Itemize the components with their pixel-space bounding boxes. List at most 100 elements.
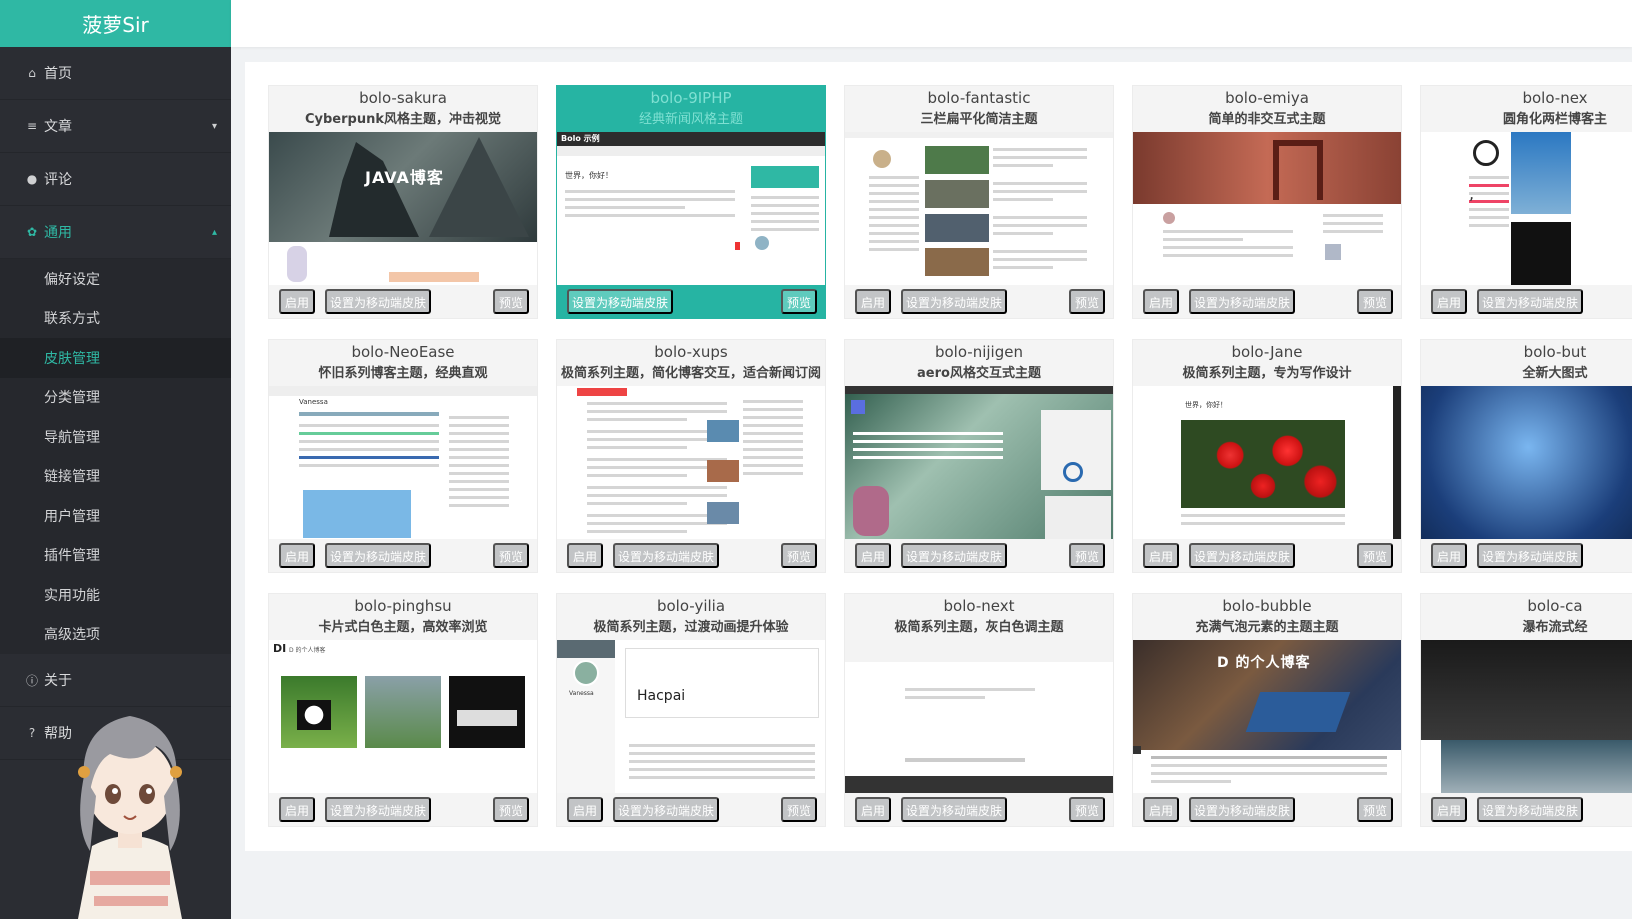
enable-button[interactable]: 启用: [1431, 543, 1467, 568]
skin-preview-image: Vanessa: [269, 386, 537, 539]
nav-articles[interactable]: ≡ 文章 ▾: [0, 100, 231, 153]
enable-button[interactable]: 启用: [1143, 797, 1179, 822]
skin-preview-image: [1133, 132, 1401, 285]
skin-actions: 启用设置为移动端皮肤预览: [1421, 289, 1632, 315]
brand-title[interactable]: 菠萝Sir: [0, 0, 231, 47]
skin-name: bolo-nex: [1522, 89, 1588, 107]
skin-actions: 启用设置为移动端皮肤 预览: [269, 289, 537, 315]
sub-contact[interactable]: 联系方式: [0, 299, 231, 339]
jane-thumb-greeting: 世界，你好！: [1185, 401, 1227, 409]
skin-preview-image: D 的个人博客: [1133, 640, 1401, 793]
set-mobile-skin-button[interactable]: 设置为移动端皮肤: [1189, 797, 1295, 822]
php-thumb-greeting: 世界，你好！: [565, 171, 613, 180]
preview-button[interactable]: 预览: [493, 289, 529, 314]
skin-actions: 启用设置为移动端皮肤 预览: [845, 543, 1113, 569]
skin-description: 充满气泡元素的主题主题: [1195, 620, 1339, 635]
preview-button[interactable]: 预览: [781, 543, 817, 568]
set-mobile-skin-button[interactable]: 设置为移动端皮肤: [325, 797, 431, 822]
enable-button[interactable]: 启用: [1143, 543, 1179, 568]
set-mobile-skin-button[interactable]: 设置为移动端皮肤: [901, 797, 1007, 822]
nav-home[interactable]: ⌂ 首页: [0, 47, 231, 100]
skin-card-fantastic: bolo-fantastic 三栏扁平化简洁主题启用 设置为移动端皮肤 预览: [844, 85, 1114, 319]
skin-actions: 启用设置为移动端皮肤 预览: [1133, 289, 1401, 315]
preview-button[interactable]: 预览: [1069, 797, 1105, 822]
set-mobile-skin-button[interactable]: 设置为移动端皮肤: [1189, 289, 1295, 314]
skin-actions: 启用设置为移动端皮肤 预览: [557, 797, 825, 823]
preview-button[interactable]: 预览: [781, 289, 817, 314]
set-mobile-skin-button[interactable]: 设置为移动端皮肤: [613, 543, 719, 568]
skin-description: 全新大图式: [1522, 366, 1588, 381]
nav-general[interactable]: ✿ 通用 ▴: [0, 206, 231, 259]
sub-user-management[interactable]: 用户管理: [0, 496, 231, 536]
skin-description: 极简系列主题，过渡动画提升体验: [593, 620, 789, 635]
general-submenu: 偏好设定 联系方式 皮肤管理 分类管理 导航管理 链接管理 用户管理 插件管理 …: [0, 259, 231, 654]
skin-card-nijigen: bolo-nijigen aero风格交互式主题 启用 设置为移动端皮肤 预览: [844, 339, 1114, 573]
skin-card-bubble: bolo-bubble 充满气泡元素的主题主题 D 的个人博客 启用 设置为移动端皮肤 预…: [1132, 593, 1402, 827]
set-mobile-skin-button[interactable]: 设置为移动端皮肤: [1189, 543, 1295, 568]
preview-button[interactable]: 预览: [1357, 289, 1393, 314]
skin-card-next: bolo-next 极简系列主题，灰白色调主题启用 设置为移动端皮肤 预览: [844, 593, 1114, 827]
skin-description: 怀旧系列博客主题，经典直观: [318, 366, 488, 381]
yilia-thumb-hacpai: Hacpai: [637, 688, 686, 704]
mascot-illustration: [78, 716, 182, 919]
set-mobile-skin-button[interactable]: 设置为移动端皮肤: [325, 289, 431, 314]
preview-button[interactable]: 预览: [1069, 543, 1105, 568]
enable-button[interactable]: 启用: [1431, 797, 1467, 822]
set-mobile-skin-button[interactable]: 设置为移动端皮肤: [1477, 289, 1583, 314]
sub-link-management[interactable]: 链接管理: [0, 457, 231, 497]
sub-skin-management[interactable]: 皮肤管理: [0, 338, 231, 378]
skin-actions: 启用设置为移动端皮肤 预览: [1133, 797, 1401, 823]
set-mobile-skin-button[interactable]: 设置为移动端皮肤: [613, 797, 719, 822]
skin-preview-image: [1421, 386, 1632, 539]
skin-actions: 设置为移动端皮肤 预览: [557, 289, 825, 315]
sub-utilities[interactable]: 实用功能: [0, 575, 231, 615]
skin-preview-image: ,: [1421, 132, 1632, 285]
comment-icon: ●: [26, 172, 38, 186]
skin-actions: 启用设置为移动端皮肤预览: [1421, 543, 1632, 569]
yilia-thumb-name: Vanessa: [569, 690, 594, 697]
enable-button[interactable]: 启用: [279, 797, 315, 822]
skin-card-pinghsu: bolo-pinghsu 卡片式白色主题，高效率浏览 DI D 的个人博客 启用 设置为移…: [268, 593, 538, 827]
skin-card-php: bolo-9IPHP 经典新闻风格主题 Bolo 示例 世界，你好！ 设置为移动端皮肤 预…: [556, 85, 826, 319]
skin-name: bolo-Jane: [1231, 343, 1303, 361]
sub-plugin-management[interactable]: 插件管理: [0, 536, 231, 576]
nav-articles-label: 文章: [44, 119, 72, 135]
sub-navigation-management[interactable]: 导航管理: [0, 417, 231, 457]
skin-name: bolo-next: [943, 597, 1015, 615]
skin-name: bolo-fantastic: [927, 89, 1031, 107]
skin-name: bolo-but: [1523, 343, 1587, 361]
enable-button[interactable]: 启用: [567, 797, 603, 822]
enable-button[interactable]: 启用: [1143, 289, 1179, 314]
skin-description: 极简系列主题，灰白色调主题: [894, 620, 1064, 635]
set-mobile-skin-button[interactable]: 设置为移动端皮肤: [901, 289, 1007, 314]
sub-preferences[interactable]: 偏好设定: [0, 259, 231, 299]
sub-advanced[interactable]: 高级选项: [0, 615, 231, 655]
preview-button[interactable]: 预览: [1357, 797, 1393, 822]
enable-button[interactable]: 启用: [279, 543, 315, 568]
set-mobile-skin-button[interactable]: 设置为移动端皮肤: [901, 543, 1007, 568]
nav-comments[interactable]: ● 评论: [0, 153, 231, 206]
set-mobile-skin-button[interactable]: 设置为移动端皮肤: [1477, 797, 1583, 822]
enable-button[interactable]: 启用: [279, 289, 315, 314]
sakura-thumb-title: JAVA博客: [365, 168, 444, 187]
preview-button[interactable]: 预览: [1357, 543, 1393, 568]
enable-button[interactable]: 启用: [855, 797, 891, 822]
preview-button[interactable]: 预览: [493, 543, 529, 568]
sub-category-management[interactable]: 分类管理: [0, 378, 231, 418]
preview-button[interactable]: 预览: [781, 797, 817, 822]
skin-card-sakura: bolo-sakura Cyberpunk风格主题，冲击视觉 JAVA博客 启用 设置为…: [268, 85, 538, 319]
preview-button[interactable]: 预览: [1069, 289, 1105, 314]
enable-button[interactable]: 启用: [567, 543, 603, 568]
set-mobile-skin-button[interactable]: 设置为移动端皮肤: [1477, 543, 1583, 568]
enable-button[interactable]: 启用: [1431, 289, 1467, 314]
enable-button[interactable]: 启用: [855, 289, 891, 314]
enable-button[interactable]: 启用: [855, 543, 891, 568]
help-icon: ?: [28, 726, 36, 740]
chevron-up-icon: ▴: [211, 226, 217, 238]
preview-button[interactable]: 预览: [493, 797, 529, 822]
skin-description: 三栏扁平化简洁主题: [920, 112, 1038, 127]
set-mobile-skin-button[interactable]: 设置为移动端皮肤: [325, 543, 431, 568]
top-bar: [231, 0, 1632, 47]
skin-card-nex: bolo-nex 圆角化两栏博客主, 启用设置为移动端皮肤预览: [1420, 85, 1632, 319]
set-mobile-skin-button[interactable]: 设置为移动端皮肤: [567, 289, 673, 314]
